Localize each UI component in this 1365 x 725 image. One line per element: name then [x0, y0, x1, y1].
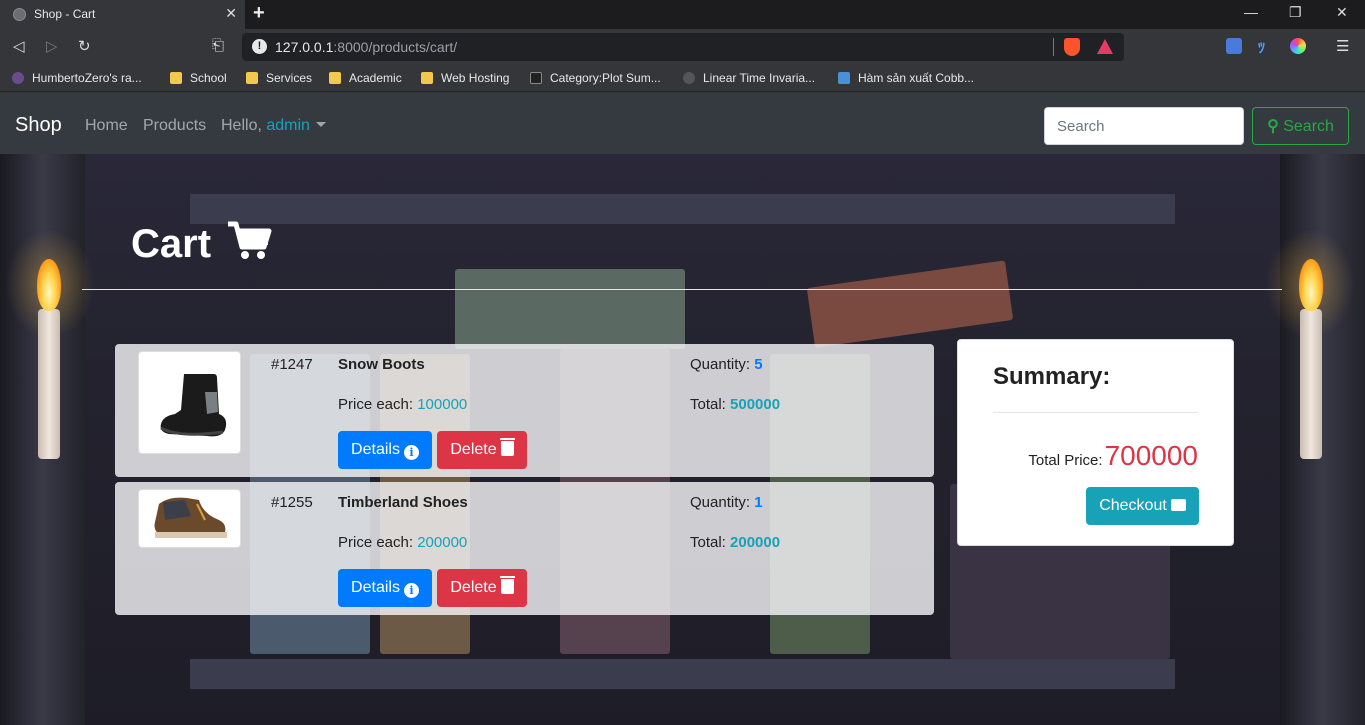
- delete-button[interactable]: Delete: [437, 431, 527, 469]
- bookmark-item[interactable]: Category:Plot Sum...: [530, 71, 661, 85]
- search-input[interactable]: [1044, 107, 1244, 145]
- signal-extension-icon[interactable]: ﾂ: [1258, 38, 1274, 56]
- forward-icon[interactable]: ▷: [46, 37, 58, 55]
- avatar-icon: [12, 72, 24, 84]
- delete-button[interactable]: Delete: [437, 569, 527, 607]
- browser-tab-strip: Shop - Cart ✕ + — ❐ ✕: [0, 0, 1365, 29]
- folder-icon: [329, 72, 341, 84]
- book: [455, 269, 685, 349]
- site-icon: [838, 72, 850, 84]
- info-icon: i: [403, 444, 419, 460]
- item-price: Price each: 200000: [338, 534, 468, 551]
- cart-item: #1247 Snow Boots Price each: 100000 Quan…: [115, 344, 934, 477]
- item-id: #1255: [271, 494, 313, 511]
- bookmark-item[interactable]: Web Hosting: [421, 71, 509, 85]
- search-button[interactable]: ⚲ Search: [1252, 107, 1349, 145]
- bookmark-item[interactable]: HumbertoZero's ra...: [12, 71, 142, 85]
- checkout-button[interactable]: Checkout: [1086, 487, 1199, 525]
- nav-link-home[interactable]: Home: [85, 117, 128, 135]
- item-id: #1247: [271, 356, 313, 373]
- site-navbar: Shop Home Products Hello, admin ⚲ Search: [0, 92, 1365, 154]
- shelf: [190, 194, 1175, 224]
- details-button[interactable]: Details i: [338, 569, 432, 607]
- item-name: Snow Boots: [338, 356, 425, 373]
- flame-icon: [1299, 259, 1323, 311]
- bookmark-item[interactable]: Services: [246, 71, 312, 85]
- user-dropdown[interactable]: Hello, admin: [221, 117, 326, 135]
- site-info-icon[interactable]: !: [252, 39, 267, 54]
- bookmark-item[interactable]: Linear Time Invaria...: [683, 71, 815, 85]
- bookmark-item[interactable]: Academic: [329, 71, 402, 85]
- candle-left: [38, 309, 60, 459]
- translate-extension-icon[interactable]: [1226, 38, 1242, 54]
- brand-logo[interactable]: Shop: [15, 114, 62, 137]
- product-image[interactable]: [138, 351, 241, 454]
- color-extension-icon[interactable]: [1290, 38, 1306, 54]
- cart-item: #1255 Timberland Shoes Price each: 20000…: [115, 482, 934, 615]
- site-icon: [530, 72, 542, 84]
- snow-boot-image: [160, 374, 227, 437]
- item-total: Total: 500000: [690, 396, 781, 413]
- summary-card: Summary: Total Price:700000 Checkout: [957, 339, 1234, 546]
- back-icon[interactable]: ◁: [13, 37, 25, 55]
- cart-icon: [228, 221, 272, 259]
- close-tab-icon[interactable]: ✕: [225, 5, 237, 22]
- item-price: Price each: 100000: [338, 396, 468, 413]
- page-content: Cart #1247 Snow Boots Price each: 100000…: [0, 154, 1365, 725]
- bookmark-item[interactable]: Hàm sản xuất Cobb...: [838, 71, 974, 85]
- search-icon: ⚲: [1267, 118, 1279, 135]
- brave-shields-icon[interactable]: [1064, 38, 1080, 56]
- info-icon: i: [403, 582, 419, 598]
- url-text[interactable]: 127.0.0.1:8000/products/cart/: [275, 39, 457, 55]
- item-total: Total: 200000: [690, 534, 781, 551]
- item-quantity: Quantity: 5: [690, 356, 763, 373]
- folder-icon: [246, 72, 258, 84]
- shelf: [190, 659, 1175, 689]
- bookmark-icon[interactable]: ⎗: [212, 37, 224, 54]
- chevron-down-icon: [315, 122, 326, 127]
- title-divider: [82, 289, 1282, 290]
- brave-rewards-icon[interactable]: [1097, 39, 1113, 54]
- book: [806, 260, 1014, 348]
- browser-tab[interactable]: Shop - Cart ✕: [0, 0, 245, 29]
- nav-link-products[interactable]: Products: [143, 117, 206, 135]
- candle-right: [1300, 309, 1322, 459]
- bookmark-item[interactable]: School: [170, 71, 227, 85]
- browser-toolbar: ◁ ▷ ↻ ⎗ ! 127.0.0.1:8000/products/cart/: [0, 29, 1365, 65]
- trash-icon: [499, 576, 515, 594]
- item-name: Timberland Shoes: [338, 494, 468, 511]
- window-close-icon[interactable]: ✕: [1336, 4, 1348, 21]
- site-icon: [683, 72, 695, 84]
- trash-icon: [499, 438, 515, 456]
- cash-register-icon: [1170, 499, 1186, 511]
- total-price: Total Price:700000: [1028, 440, 1198, 471]
- summary-divider: [993, 412, 1198, 413]
- total-price-value: 700000: [1104, 440, 1198, 471]
- restore-icon[interactable]: ❐: [1289, 4, 1302, 21]
- details-button[interactable]: Details i: [338, 431, 432, 469]
- folder-icon: [421, 72, 433, 84]
- flame-icon: [37, 259, 61, 311]
- page-title: Cart: [131, 221, 272, 267]
- menu-icon[interactable]: ☰: [1336, 37, 1349, 55]
- minimize-icon[interactable]: —: [1244, 4, 1258, 20]
- new-tab-icon[interactable]: +: [253, 2, 265, 25]
- item-quantity: Quantity: 1: [690, 494, 763, 511]
- reload-icon[interactable]: ↻: [78, 37, 91, 55]
- folder-icon: [170, 72, 182, 84]
- address-separator: [1053, 38, 1054, 56]
- tab-title: Shop - Cart: [34, 7, 96, 21]
- bookmarks-bar: HumbertoZero's ra... School Services Aca…: [0, 65, 1365, 92]
- timberland-shoe-image: [154, 497, 227, 538]
- product-image[interactable]: [138, 489, 241, 548]
- summary-title: Summary:: [993, 363, 1111, 390]
- address-bar[interactable]: ! 127.0.0.1:8000/products/cart/: [242, 33, 1124, 61]
- globe-icon: [13, 8, 26, 21]
